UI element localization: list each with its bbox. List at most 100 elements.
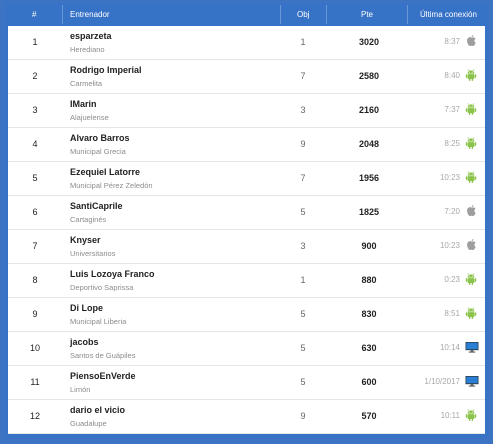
table-row[interactable]: 4 Alvaro Barros Municipal Grecia 9 2048 8:25: [8, 128, 485, 162]
column-divider: [62, 5, 63, 24]
table-row[interactable]: 3 IMarin Alajuelense 3 2160 7:37: [8, 94, 485, 128]
coach-name[interactable]: esparzeta: [70, 31, 112, 41]
coach-name[interactable]: Di Lope: [70, 303, 103, 313]
android-icon: [465, 272, 479, 286]
team-name: Deportivo Saprissa: [70, 283, 134, 292]
row-objectives: 7: [300, 173, 306, 183]
ranking-panel: # Entrenador Obj Pte Última conexión 1 es…: [5, 3, 488, 437]
row-objectives: 5: [300, 309, 306, 319]
table-row[interactable]: 1 esparzeta Herediano 1 3020 8:37: [8, 26, 485, 60]
column-header-pts[interactable]: Pte: [361, 10, 373, 19]
team-name: Herediano: [70, 45, 105, 54]
team-name: Cartaginés: [70, 215, 107, 224]
last-connection: 8:25: [444, 139, 460, 148]
row-rank: 6: [32, 207, 38, 217]
row-points: 830: [361, 309, 377, 319]
row-points: 2580: [358, 71, 380, 81]
android-icon: [465, 102, 479, 116]
row-points: 900: [361, 241, 377, 251]
team-name: Carmelita: [70, 79, 103, 88]
android-icon: [465, 170, 479, 184]
desktop-icon: [465, 374, 479, 388]
column-divider: [326, 5, 327, 24]
last-connection: 8:37: [444, 37, 460, 46]
column-header-last-connection[interactable]: Última conexión: [420, 10, 477, 19]
last-connection: 10:11: [440, 411, 460, 420]
team-name: Alajuelense: [70, 113, 109, 122]
table-row[interactable]: 6 SantiCaprile Cartaginés 5 1825 7:20: [8, 196, 485, 230]
row-objectives: 3: [300, 241, 306, 251]
coach-name[interactable]: Luis Lozoya Franco: [70, 269, 155, 279]
table-row[interactable]: 5 Ezequiel Latorre Municipal Pérez Zeledón…: [8, 162, 485, 196]
row-points: 2048: [358, 139, 380, 149]
row-rank: 1: [32, 37, 38, 47]
apple-icon: [465, 204, 479, 218]
row-rank: 11: [30, 377, 40, 387]
row-points: 880: [361, 275, 377, 285]
table-row[interactable]: 7 Knyser Universitarios 3 900 10:23: [8, 230, 485, 264]
table-row[interactable]: 2 Rodrigo Imperial Carmelita 7 2580 8:40: [8, 60, 485, 94]
apple-icon: [465, 238, 479, 252]
row-points: 630: [361, 343, 377, 353]
last-connection: 7:37: [444, 105, 460, 114]
android-icon: [465, 306, 479, 320]
coach-name[interactable]: Knyser: [70, 235, 101, 245]
coach-name[interactable]: Alvaro Barros: [70, 133, 130, 143]
column-header-coach[interactable]: Entrenador: [70, 10, 110, 19]
row-rank: 3: [32, 105, 38, 115]
row-rank: 9: [32, 309, 38, 319]
team-name: Municipal Liberia: [70, 317, 127, 326]
row-objectives: 1: [300, 37, 306, 47]
table-row[interactable]: 9 Di Lope Municipal Liberia 5 830 8:51: [8, 298, 485, 332]
row-points: 3020: [358, 37, 380, 47]
row-rank: 2: [32, 71, 38, 81]
last-connection: 10:23: [439, 241, 460, 250]
row-points: 1956: [358, 173, 380, 183]
team-name: Guadalupe: [70, 419, 107, 428]
row-points: 600: [361, 377, 377, 387]
team-name: Universitarios: [70, 249, 116, 258]
table-row[interactable]: 11 PiensoEnVerde Limón 5 600 1/10/2017: [8, 366, 485, 400]
coach-name[interactable]: jacobs: [70, 337, 99, 347]
row-points: 1825: [358, 207, 380, 217]
coach-name[interactable]: Rodrigo Imperial: [70, 65, 142, 75]
row-rank: 8: [32, 275, 38, 285]
coach-name[interactable]: IMarin: [70, 99, 97, 109]
row-rank: 12: [29, 411, 40, 421]
row-rank: 7: [32, 241, 38, 251]
table-header: # Entrenador Obj Pte Última conexión: [8, 3, 485, 26]
android-icon: [465, 408, 479, 422]
team-name: Limón: [70, 385, 91, 394]
apple-icon: [465, 34, 479, 48]
column-divider: [407, 5, 408, 24]
desktop-icon: [465, 340, 479, 354]
row-objectives: 5: [300, 343, 306, 353]
last-connection: 7:20: [444, 207, 460, 216]
coach-name[interactable]: dario el vicio: [70, 405, 125, 415]
last-connection: 10:14: [439, 343, 460, 352]
last-connection: 0:23: [444, 275, 460, 284]
team-name: Municipal Grecia: [70, 147, 126, 156]
table-row[interactable]: 8 Luis Lozoya Franco Deportivo Saprissa 1 88…: [8, 264, 485, 298]
coach-name[interactable]: Ezequiel Latorre: [70, 167, 140, 177]
row-points: 2160: [358, 105, 380, 115]
row-objectives: 9: [300, 411, 306, 421]
table-row[interactable]: 12 dario el vicio Guadalupe 9 570 10:11: [8, 400, 485, 434]
last-connection: 8:51: [444, 309, 460, 318]
row-objectives: 9: [300, 139, 306, 149]
row-points: 570: [361, 411, 377, 421]
row-rank: 5: [32, 173, 38, 183]
team-name: Santos de Guápiles: [70, 351, 136, 360]
table-row[interactable]: 10 jacobs Santos de Guápiles 5 630 10:14: [8, 332, 485, 366]
last-connection: 1/10/2017: [424, 377, 460, 386]
column-header-rank[interactable]: #: [32, 10, 36, 19]
row-objectives: 3: [300, 105, 306, 115]
coach-name[interactable]: PiensoEnVerde: [70, 371, 136, 381]
column-header-obj[interactable]: Obj: [297, 10, 309, 19]
row-objectives: 1: [300, 275, 306, 285]
team-name: Municipal Pérez Zeledón: [70, 181, 153, 190]
coach-name[interactable]: SantiCaprile: [70, 201, 123, 211]
row-rank: 4: [32, 139, 38, 149]
android-icon: [465, 136, 479, 150]
last-connection: 10:23: [439, 173, 460, 182]
